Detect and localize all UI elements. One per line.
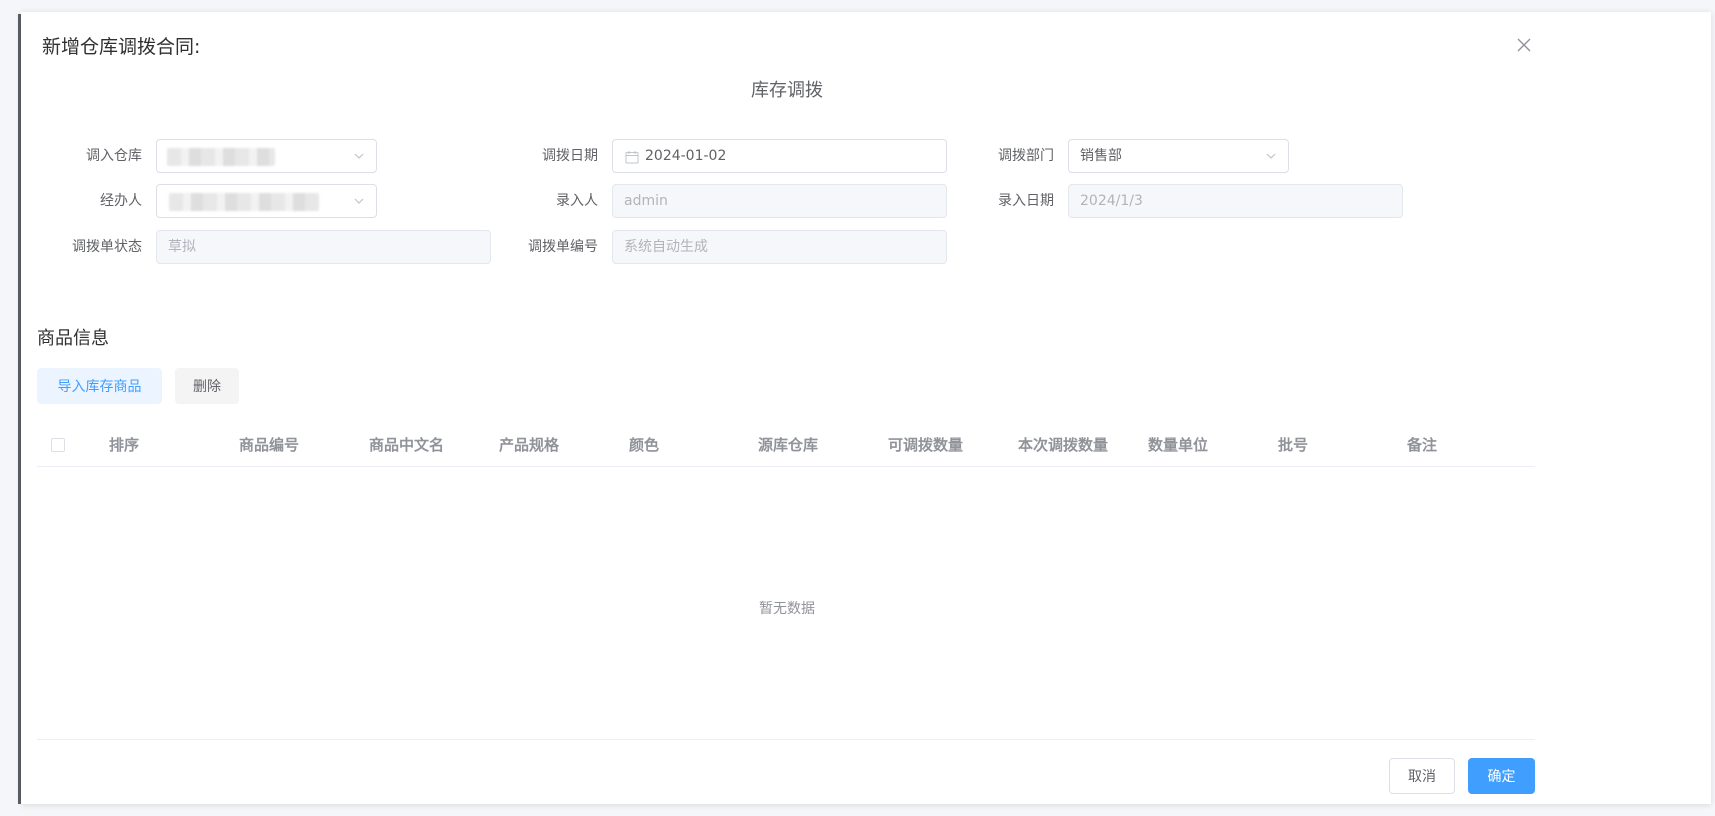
- transfer-dialog: 新增仓库调拨合同: 库存调拨 调入仓库 调拨日期 2024-01-02 调拨部门…: [21, 12, 1711, 804]
- entered-by-value: admin: [624, 193, 668, 209]
- order-no-value: 系统自动生成: [624, 239, 708, 255]
- order-no-field: 调拨单编号 系统自动生成: [528, 230, 947, 264]
- column-header-color[interactable]: 颜色: [629, 424, 659, 466]
- entered-by-label: 录入人: [556, 193, 598, 209]
- handler-label: 经办人: [100, 193, 142, 209]
- entry-date-input: 2024/1/3: [1068, 184, 1403, 218]
- status-label: 调拨单状态: [72, 239, 142, 255]
- status-input: 草拟: [156, 230, 491, 264]
- column-header-spec[interactable]: 产品规格: [499, 424, 559, 466]
- entered-by-input: admin: [612, 184, 947, 218]
- in-warehouse-label: 调入仓库: [86, 148, 142, 164]
- chevron-down-icon: [1266, 153, 1276, 159]
- cancel-button[interactable]: 取消: [1389, 758, 1455, 794]
- department-select[interactable]: 销售部: [1068, 139, 1289, 173]
- column-header-source[interactable]: 源库仓库: [758, 424, 818, 466]
- entry-date-field: 录入日期 2024/1/3: [998, 184, 1403, 218]
- status-field: 调拨单状态 草拟: [72, 230, 491, 264]
- entered-by-field: 录入人 admin: [556, 184, 947, 218]
- department-value: 销售部: [1080, 148, 1122, 164]
- footer-divider: [37, 739, 1535, 740]
- goods-section-title: 商品信息: [37, 328, 109, 349]
- select-all-checkbox[interactable]: [51, 438, 65, 452]
- order-no-input: 系统自动生成: [612, 230, 947, 264]
- table-empty-text: 暂无数据: [759, 601, 815, 617]
- calendar-icon: [625, 151, 639, 164]
- transfer-date-field: 调拨日期 2024-01-02: [542, 139, 947, 173]
- transfer-date-label: 调拨日期: [542, 148, 598, 164]
- column-header-unit[interactable]: 数量单位: [1148, 424, 1208, 466]
- delete-button[interactable]: 删除: [175, 368, 239, 404]
- section-title: 库存调拨: [751, 80, 823, 101]
- column-header-name-cn[interactable]: 商品中文名: [369, 424, 444, 466]
- column-header-sort[interactable]: 排序: [109, 424, 139, 466]
- column-header-code[interactable]: 商品编号: [239, 424, 299, 466]
- handler-field: 经办人: [100, 184, 377, 218]
- handler-select[interactable]: [156, 184, 377, 218]
- entry-date-label: 录入日期: [998, 193, 1054, 209]
- table-header: 排序 商品编号 商品中文名 产品规格 颜色 源库仓库 可调拨数量 本次调拨数量 …: [37, 424, 1535, 467]
- status-value: 草拟: [168, 239, 196, 255]
- import-stock-button[interactable]: 导入库存商品: [37, 368, 162, 404]
- redacted-value: [169, 193, 319, 211]
- entry-date-value: 2024/1/3: [1080, 193, 1143, 209]
- department-label: 调拨部门: [998, 148, 1054, 164]
- redacted-value: [167, 148, 275, 166]
- close-button[interactable]: [1511, 32, 1537, 58]
- column-header-available[interactable]: 可调拨数量: [888, 424, 963, 466]
- in-warehouse-select[interactable]: [156, 139, 377, 173]
- confirm-button[interactable]: 确定: [1468, 758, 1535, 794]
- page: 新增仓库调拨合同: 库存调拨 调入仓库 调拨日期 2024-01-02 调拨部门…: [0, 0, 1715, 816]
- dialog-title: 新增仓库调拨合同:: [42, 36, 201, 58]
- chevron-down-icon: [354, 153, 364, 159]
- column-header-remark[interactable]: 备注: [1407, 424, 1437, 466]
- chevron-down-icon: [354, 198, 364, 204]
- transfer-date-value: 2024-01-02: [645, 148, 727, 164]
- order-no-label: 调拨单编号: [528, 239, 598, 255]
- in-warehouse-field: 调入仓库: [86, 139, 377, 173]
- department-field: 调拨部门 销售部: [998, 139, 1289, 173]
- column-header-this-qty[interactable]: 本次调拨数量: [1018, 424, 1108, 466]
- close-icon: [1517, 38, 1531, 52]
- transfer-date-picker[interactable]: 2024-01-02: [612, 139, 947, 173]
- column-header-batch[interactable]: 批号: [1278, 424, 1308, 466]
